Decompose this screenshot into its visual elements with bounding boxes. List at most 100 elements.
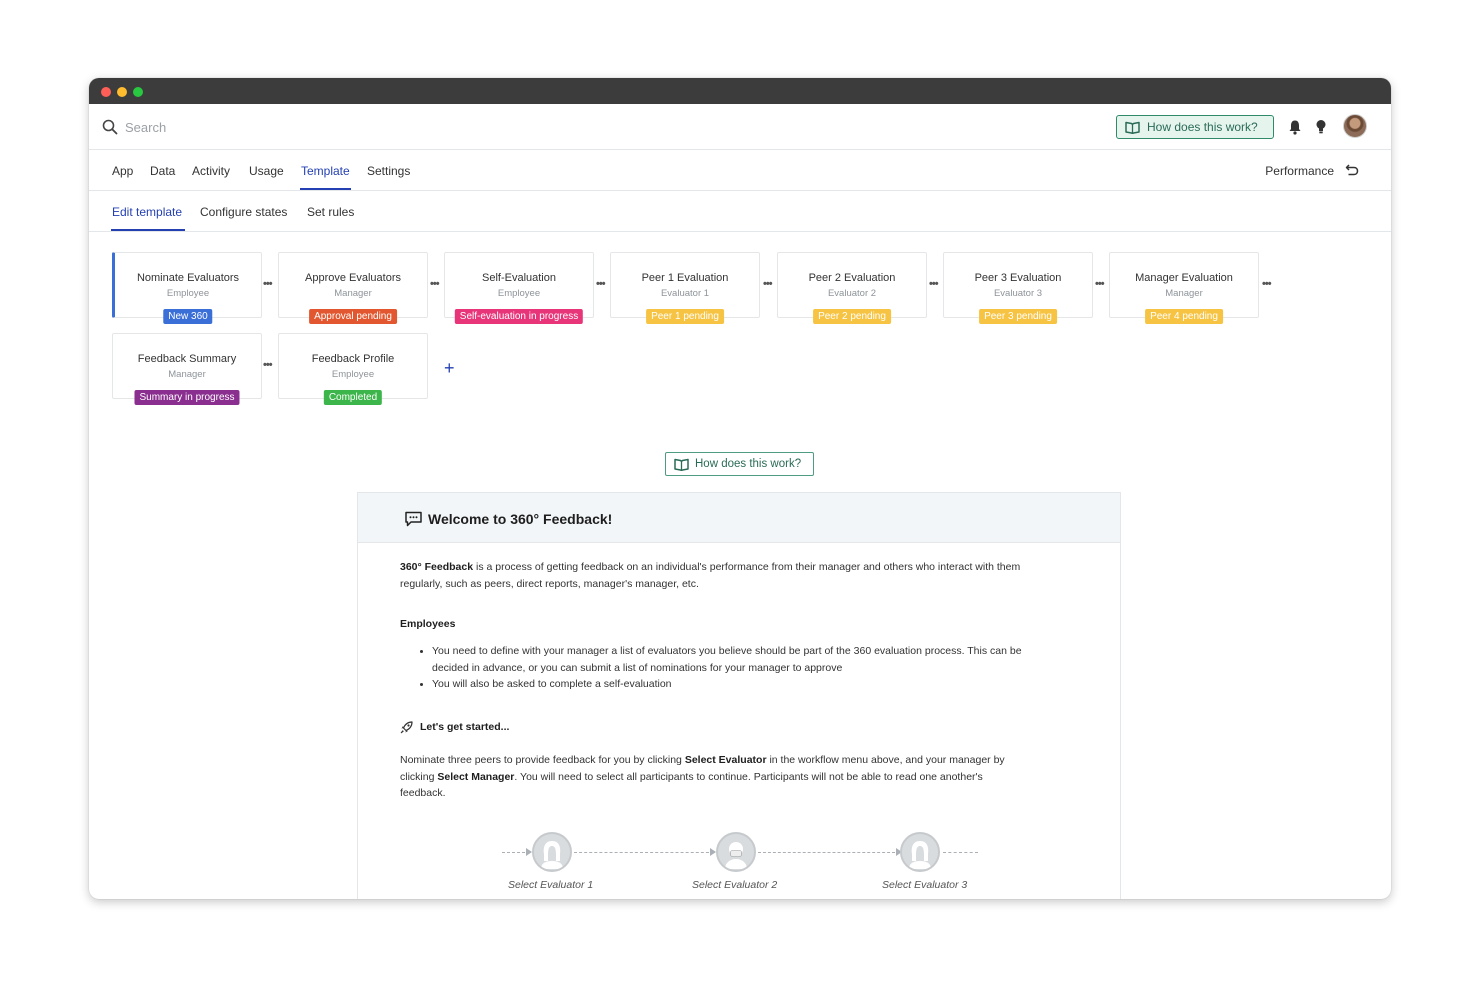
step-role: Employee bbox=[166, 288, 210, 299]
bullet-1-line-1: You need to define with your manager a l… bbox=[432, 645, 1022, 657]
welcome-panel: Welcome to 360° Feedback! 360° Feedback … bbox=[357, 492, 1121, 899]
tab-configure-states[interactable]: Configure states bbox=[200, 205, 287, 219]
intro-text-1: is a process of getting feedback on an i… bbox=[473, 561, 1021, 573]
step-title: Peer 1 Evaluation bbox=[641, 272, 729, 284]
workflow-step-feedback-summary[interactable]: Feedback Summary Manager Summary in prog… bbox=[112, 333, 262, 405]
select-evaluator-bold: Select Evaluator bbox=[684, 754, 767, 766]
tab-set-rules[interactable]: Set rules bbox=[307, 205, 354, 219]
top-bar: How does this work? bbox=[89, 104, 1391, 150]
tab-settings[interactable]: Settings bbox=[367, 164, 410, 178]
workflow-step-peer-3-evaluation[interactable]: Peer 3 Evaluation Evaluator 3 Peer 3 pen… bbox=[943, 252, 1093, 324]
app-window: How does this work? App Data Activity Us… bbox=[89, 78, 1391, 899]
workflow-step-approve-evaluators[interactable]: Approve Evaluators Manager Approval pend… bbox=[278, 252, 428, 324]
select-evaluator-2-button[interactable] bbox=[716, 832, 756, 872]
undo-arrow-icon[interactable] bbox=[1345, 163, 1359, 177]
workflow-step-nominate-evaluators[interactable]: Nominate Evaluators Employee New 360 bbox=[112, 252, 262, 324]
person-icon bbox=[725, 842, 747, 869]
status-badge: Peer 3 pending bbox=[979, 309, 1057, 324]
step-options-button[interactable]: ••• bbox=[263, 278, 273, 290]
step-role: Evaluator 3 bbox=[993, 288, 1043, 299]
nominate-text-g: feedback. bbox=[400, 787, 446, 799]
maximize-window-dot[interactable] bbox=[133, 87, 143, 97]
lightbulb-icon[interactable] bbox=[1315, 119, 1327, 135]
intro-text-2: regularly, such as peers, direct reports… bbox=[400, 577, 699, 590]
minimize-window-dot[interactable] bbox=[117, 87, 127, 97]
tab-template[interactable]: Template bbox=[301, 164, 350, 178]
step-title: Manager Evaluation bbox=[1135, 272, 1233, 284]
workflow-step-peer-2-evaluation[interactable]: Peer 2 Evaluation Evaluator 2 Peer 2 pen… bbox=[777, 252, 927, 324]
bell-icon[interactable] bbox=[1288, 119, 1302, 135]
help-button-label: How does this work? bbox=[1147, 120, 1258, 134]
performance-link[interactable]: Performance bbox=[1265, 164, 1334, 178]
how-does-this-work-button[interactable]: How does this work? bbox=[1116, 115, 1274, 139]
bullet-item: You will also be asked to complete a sel… bbox=[420, 676, 1092, 693]
status-badge: Peer 2 pending bbox=[813, 309, 891, 324]
rocket-icon bbox=[400, 721, 413, 734]
step-role: Employee bbox=[331, 369, 375, 380]
step-title: Approve Evaluators bbox=[305, 272, 401, 284]
sub-nav: Edit template Configure states Set rules bbox=[89, 191, 1391, 232]
avatar[interactable] bbox=[1343, 114, 1367, 138]
help-button-label: How does this work? bbox=[695, 458, 802, 470]
step-role: Evaluator 2 bbox=[827, 288, 877, 299]
status-badge: Approval pending bbox=[309, 309, 397, 324]
person-icon bbox=[541, 841, 563, 869]
workflow-step-manager-evaluation[interactable]: Manager Evaluation Manager Peer 4 pendin… bbox=[1109, 252, 1259, 324]
employees-heading: Employees bbox=[400, 618, 456, 630]
step-role: Manager bbox=[1165, 288, 1203, 299]
step-title: Feedback Summary bbox=[137, 353, 237, 365]
step-options-button[interactable]: ••• bbox=[430, 278, 440, 290]
main-nav: App Data Activity Usage Template Setting… bbox=[89, 150, 1391, 191]
evaluator-1-label: Select Evaluator 1 bbox=[508, 879, 594, 891]
bullet-1-line-2: decided in advance, or you can submit a … bbox=[432, 661, 843, 674]
step-title: Self-Evaluation bbox=[482, 272, 556, 284]
workflow-step-feedback-profile[interactable]: Feedback Profile Employee Completed bbox=[278, 333, 428, 405]
workflow-step-self-evaluation[interactable]: Self-Evaluation Employee Self-evaluation… bbox=[444, 252, 594, 324]
flow-connector bbox=[574, 852, 714, 853]
step-options-button[interactable]: ••• bbox=[596, 278, 606, 290]
step-title: Nominate Evaluators bbox=[136, 272, 240, 284]
status-badge: Completed bbox=[323, 390, 383, 405]
select-manager-bold: Select Manager bbox=[437, 770, 515, 783]
evaluator-3-label: Select Evaluator 3 bbox=[882, 879, 968, 891]
evaluator-flow: Select Evaluator 1 Select Evaluator 2 Se… bbox=[358, 823, 1120, 899]
chat-bubble-icon bbox=[405, 511, 422, 527]
book-icon bbox=[674, 458, 689, 471]
status-badge: Summary in progress bbox=[134, 390, 240, 405]
how-does-this-work-button-2[interactable]: How does this work? bbox=[665, 452, 814, 476]
person-icon bbox=[909, 841, 931, 869]
tab-app[interactable]: App bbox=[112, 164, 133, 178]
nominate-text-d: clicking bbox=[400, 770, 438, 783]
step-options-button[interactable]: ••• bbox=[263, 359, 273, 371]
step-options-button[interactable]: ••• bbox=[1095, 278, 1105, 290]
search-input[interactable] bbox=[125, 116, 365, 138]
search-icon bbox=[102, 119, 118, 135]
status-badge: Self-evaluation in progress bbox=[454, 309, 584, 324]
window-titlebar bbox=[89, 78, 1391, 104]
tab-edit-template[interactable]: Edit template bbox=[112, 205, 182, 219]
intro-paragraph: 360° Feedback is a process of getting fe… bbox=[400, 559, 1090, 592]
intro-bold: 360° Feedback bbox=[400, 561, 474, 573]
step-role: Manager bbox=[334, 288, 372, 299]
select-evaluator-1-button[interactable] bbox=[532, 832, 572, 872]
tab-usage[interactable]: Usage bbox=[249, 164, 284, 178]
step-options-button[interactable]: ••• bbox=[1262, 278, 1272, 290]
lets-get-started-heading: Let's get started... bbox=[420, 721, 510, 733]
status-badge: Peer 1 pending bbox=[646, 309, 724, 324]
close-window-dot[interactable] bbox=[101, 87, 111, 97]
welcome-title: Welcome to 360° Feedback! bbox=[428, 511, 613, 527]
status-badge: Peer 4 pending bbox=[1145, 309, 1223, 324]
nominate-text-f: . You will need to select all participan… bbox=[514, 770, 983, 783]
workflow-step-peer-1-evaluation[interactable]: Peer 1 Evaluation Evaluator 1 Peer 1 pen… bbox=[610, 252, 760, 324]
bullet-2: You will also be asked to complete a sel… bbox=[432, 678, 672, 690]
step-title: Peer 2 Evaluation bbox=[808, 272, 896, 284]
tab-data[interactable]: Data bbox=[150, 164, 175, 178]
active-subtab-underline bbox=[111, 229, 185, 231]
step-role: Manager bbox=[168, 369, 206, 380]
tab-activity[interactable]: Activity bbox=[192, 164, 230, 178]
step-options-button[interactable]: ••• bbox=[929, 278, 939, 290]
step-title: Feedback Profile bbox=[311, 353, 395, 365]
add-step-button[interactable]: + bbox=[444, 359, 455, 377]
select-evaluator-3-button[interactable] bbox=[900, 832, 940, 872]
step-options-button[interactable]: ••• bbox=[763, 278, 773, 290]
